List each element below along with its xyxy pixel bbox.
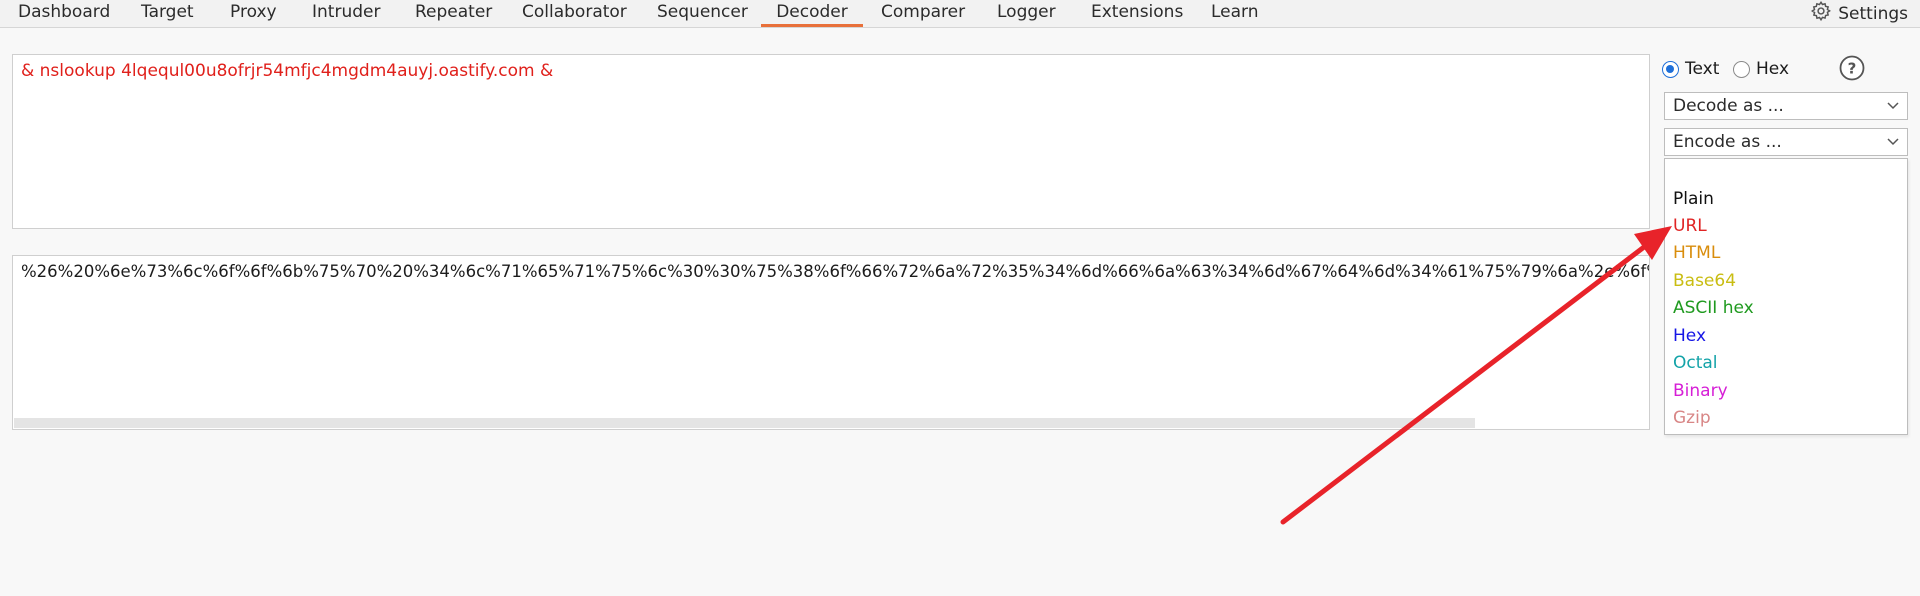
tab-target[interactable]: Target — [141, 0, 194, 27]
tab-collaborator[interactable]: Collaborator — [522, 0, 627, 27]
radio-hex-indicator — [1733, 60, 1750, 78]
decode-as-label: Decode as ... — [1673, 96, 1784, 116]
option-hex[interactable]: Hex — [1673, 325, 1706, 347]
tab-extensions[interactable]: Extensions — [1091, 0, 1183, 27]
tab-comparer[interactable]: Comparer — [881, 0, 965, 27]
option-url[interactable]: URL — [1673, 215, 1707, 237]
radio-text-label: Text — [1685, 59, 1720, 79]
help-icon[interactable]: ? — [1839, 55, 1865, 81]
tab-logger[interactable]: Logger — [997, 0, 1056, 27]
tab-intruder[interactable]: Intruder — [312, 0, 380, 27]
main-tab-bar: Dashboard Target Proxy Intruder Repeater… — [0, 0, 1920, 28]
radio-text[interactable]: Text — [1662, 59, 1719, 79]
encode-as-dropdown-list: Plain URL HTML Base64 ASCII hex Hex Octa… — [1664, 158, 1908, 435]
decode-as-select[interactable]: Decode as ... — [1664, 92, 1908, 120]
radio-hex-label: Hex — [1756, 59, 1790, 79]
tab-proxy[interactable]: Proxy — [230, 0, 277, 27]
burp-decoder-window: Dashboard Target Proxy Intruder Repeater… — [0, 0, 1920, 596]
tab-sequencer[interactable]: Sequencer — [657, 0, 748, 27]
option-binary[interactable]: Binary — [1673, 380, 1728, 402]
tab-decoder[interactable]: Decoder — [761, 0, 863, 27]
option-base64[interactable]: Base64 — [1673, 270, 1736, 292]
decoder-output-text[interactable]: %26%20%6e%73%6c%6f%6f%6b%75%70%20%34%6c%… — [21, 262, 1649, 281]
decoder-output-pane[interactable]: %26%20%6e%73%6c%6f%6f%6b%75%70%20%34%6c%… — [12, 255, 1650, 430]
tab-dashboard[interactable]: Dashboard — [18, 0, 110, 27]
radio-hex[interactable]: Hex — [1733, 59, 1789, 79]
tab-learn[interactable]: Learn — [1211, 0, 1259, 27]
radio-text-indicator — [1662, 60, 1679, 78]
tab-repeater[interactable]: Repeater — [415, 0, 492, 27]
encode-as-label: Encode as ... — [1673, 132, 1782, 152]
gear-icon — [1810, 0, 1832, 27]
svg-text:?: ? — [1848, 60, 1857, 78]
chevron-down-icon — [1887, 102, 1899, 110]
settings-label: Settings — [1838, 3, 1908, 24]
decoder-input-text[interactable]: & nslookup 4lqequl00u8ofrjr54mfjc4mgdm4a… — [21, 61, 553, 81]
horizontal-scrollbar[interactable] — [14, 418, 1475, 428]
option-ascii-hex[interactable]: ASCII hex — [1673, 297, 1754, 319]
decoder-input-pane[interactable]: & nslookup 4lqequl00u8ofrjr54mfjc4mgdm4a… — [12, 54, 1650, 229]
option-html[interactable]: HTML — [1673, 242, 1720, 264]
option-gzip[interactable]: Gzip — [1673, 407, 1711, 429]
option-octal[interactable]: Octal — [1673, 352, 1718, 374]
encode-as-select[interactable]: Encode as ... — [1664, 128, 1908, 156]
option-plain[interactable]: Plain — [1673, 188, 1714, 210]
settings-button[interactable]: Settings — [1810, 0, 1908, 27]
chevron-down-icon — [1887, 138, 1899, 146]
